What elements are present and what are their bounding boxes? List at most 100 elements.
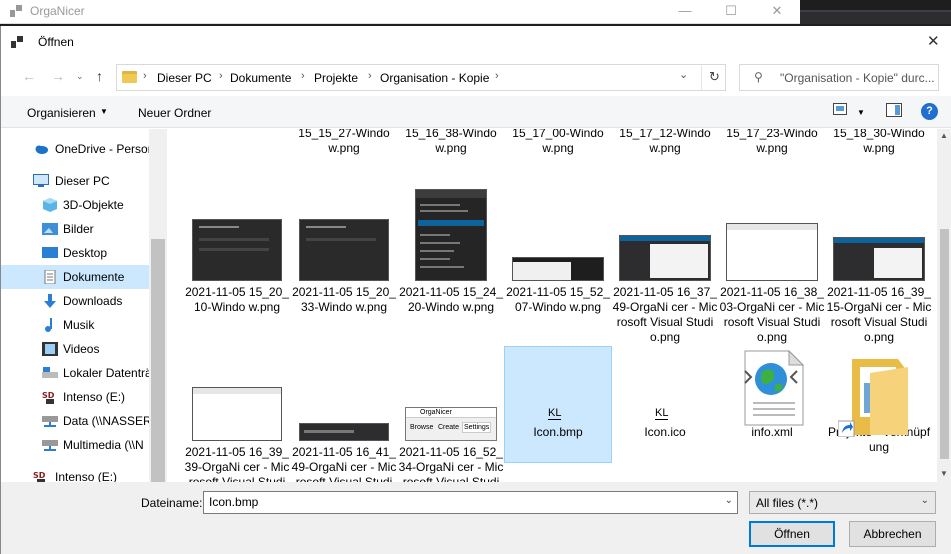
file-item[interactable]: OrgaNicer Browse Create Settings 2021-11… xyxy=(398,347,504,482)
sd-card-icon: SD xyxy=(33,470,48,482)
thumbnail-tab: Settings xyxy=(462,422,492,433)
nav-item-data-network[interactable]: Data (\\NASSER) xyxy=(1,409,149,433)
nav-item-onedrive[interactable]: OneDrive - Persor xyxy=(1,137,149,161)
sd-card-icon: SD xyxy=(42,390,57,404)
search-input[interactable]: ⚲ "Organisation - Kopie" durc... xyxy=(739,64,939,91)
chevron-right-icon[interactable]: › xyxy=(368,70,372,82)
file-item[interactable]: 15_16_38-Windo w.png xyxy=(398,129,504,156)
nav-item-this-pc[interactable]: Dieser PC xyxy=(1,169,149,193)
open-button[interactable]: Öffnen xyxy=(749,521,835,547)
chevron-down-icon[interactable]: ⌄ xyxy=(921,495,929,506)
file-item[interactable]: Projekte - Verknüpfung xyxy=(826,347,932,455)
image-thumbnail xyxy=(299,219,389,281)
file-item[interactable]: info.xml xyxy=(719,347,825,440)
organize-dropdown-icon[interactable]: ▼ xyxy=(100,107,108,116)
breadcrumb-item[interactable]: Dokumente xyxy=(230,71,291,85)
nav-item-desktop[interactable]: Desktop xyxy=(1,241,149,265)
nav-item-label: Data (\\NASSER) xyxy=(63,414,149,428)
nav-item-intenso[interactable]: SD Intenso (E:) xyxy=(1,385,149,409)
navigation-pane: OneDrive - Persor Dieser PC 3D-Objekte B… xyxy=(1,129,149,482)
nav-item-intenso-root[interactable]: SD Intenso (E:) xyxy=(1,465,149,482)
file-name: 2021-11-05 16_37_49-OrgaNi cer - Microso… xyxy=(612,285,718,344)
scrollbar-thumb[interactable] xyxy=(940,229,949,459)
cancel-button[interactable]: Abbrechen xyxy=(849,521,936,547)
file-item[interactable]: 15_18_30-Windo w.png xyxy=(826,129,932,156)
file-item-selected[interactable]: KL Icon.bmp xyxy=(504,346,612,463)
scroll-down-icon[interactable]: ▼ xyxy=(940,469,948,478)
nav-item-documents[interactable]: Dokumente xyxy=(1,265,149,289)
scroll-up-icon[interactable]: ▲ xyxy=(940,131,948,140)
dialog-close-button[interactable]: ✕ xyxy=(927,32,940,50)
file-item[interactable]: 15_15_27-Windo w.png xyxy=(291,129,397,156)
view-options-icon[interactable] xyxy=(833,103,847,118)
filename-input[interactable]: Icon.bmp ⌄ xyxy=(203,491,738,514)
file-name: 2021-11-05 16_38_03-OrgaNi cer - Microso… xyxy=(719,285,825,344)
file-item[interactable]: 2021-11-05 16_39_15-OrgaNi cer - Microso… xyxy=(826,189,932,345)
file-item[interactable]: 2021-11-05 15_20_33-Windo w.png xyxy=(291,189,397,315)
back-button[interactable]: ← xyxy=(22,68,36,84)
nav-item-multimedia-network[interactable]: Multimedia (\\N xyxy=(1,433,149,457)
drive-icon xyxy=(42,367,58,378)
filetype-select[interactable]: All files (*.*) ⌄ xyxy=(749,491,936,514)
minimize-button[interactable]: — xyxy=(662,0,708,24)
file-name: 2021-11-05 15_20_10-Windo w.png xyxy=(185,285,289,314)
file-item[interactable]: 2021-11-05 15_24_20-Windo w.png xyxy=(398,189,504,315)
filetype-value: All files (*.*) xyxy=(756,496,819,510)
file-item[interactable]: 15_17_23-Windo w.png xyxy=(719,129,825,156)
file-item[interactable]: 2021-11-05 16_38_03-OrgaNi cer - Microso… xyxy=(719,189,825,345)
file-name: 15_17_23-Windo w.png xyxy=(726,129,818,155)
kl-label: KL xyxy=(655,407,669,420)
chevron-right-icon[interactable]: › xyxy=(143,70,147,82)
forward-button[interactable]: → xyxy=(51,68,65,84)
file-item[interactable]: 15_17_00-Windo w.png xyxy=(505,129,611,156)
breadcrumb[interactable]: › Dieser PC › Dokumente › Projekte › Org… xyxy=(116,64,726,91)
navigation-scrollbar[interactable] xyxy=(149,129,167,482)
nav-item-videos[interactable]: Videos xyxy=(1,337,149,361)
xml-file-icon xyxy=(719,347,825,426)
close-button[interactable]: ✕ xyxy=(754,0,800,24)
organize-button[interactable]: Organisieren xyxy=(27,106,96,120)
chevron-down-icon[interactable]: ⌄ xyxy=(725,495,733,506)
file-item[interactable]: 2021-11-05 15_20_10-Windo w.png xyxy=(184,189,290,315)
chevron-right-icon[interactable]: › xyxy=(301,70,305,82)
new-folder-button[interactable]: Neuer Ordner xyxy=(138,106,211,120)
scrollbar-thumb[interactable] xyxy=(151,239,165,482)
search-icon: ⚲ xyxy=(754,70,763,84)
svg-text:SD: SD xyxy=(42,391,55,400)
file-item[interactable]: 2021-11-05 16_39_39-OrgaNi cer - Microso… xyxy=(184,347,290,482)
refresh-button[interactable]: ↻ xyxy=(701,66,727,90)
image-thumbnail xyxy=(299,423,389,441)
preview-pane-icon[interactable] xyxy=(886,103,902,120)
file-item[interactable]: 2021-11-05 16_37_49-OrgaNi cer - Microso… xyxy=(612,189,718,345)
file-name: 15_17_12-Windo w.png xyxy=(619,129,711,155)
nav-item-music[interactable]: Musik xyxy=(1,313,149,337)
nav-item-3d-objects[interactable]: 3D-Objekte xyxy=(1,193,149,217)
nav-item-label: Videos xyxy=(63,342,100,356)
nav-item-downloads[interactable]: Downloads xyxy=(1,289,149,313)
file-list-scrollbar[interactable]: ▲ ▼ xyxy=(937,129,951,482)
computer-icon xyxy=(33,174,49,187)
up-button[interactable]: ↑ xyxy=(96,68,103,84)
chevron-right-icon[interactable]: › xyxy=(495,70,499,82)
breadcrumb-item[interactable]: Organisation - Kopie xyxy=(380,71,489,85)
file-list: 15_15_27-Windo w.png 15_16_38-Windo w.pn… xyxy=(167,129,937,482)
chevron-right-icon[interactable]: › xyxy=(219,70,223,82)
file-item[interactable]: 2021-11-05 15_52_07-Windo w.png xyxy=(505,189,611,315)
address-dropdown-icon[interactable]: ⌄ xyxy=(679,68,688,81)
help-button[interactable]: ? xyxy=(921,103,938,120)
view-dropdown-icon[interactable]: ▼ xyxy=(857,108,865,117)
folder-icon xyxy=(122,71,137,83)
recent-locations-chevron-icon[interactable]: ⌄ xyxy=(76,71,84,82)
breadcrumb-item[interactable]: Dieser PC xyxy=(157,71,212,85)
breadcrumb-item[interactable]: Projekte xyxy=(314,71,358,85)
file-name: info.xml xyxy=(751,425,793,439)
file-item[interactable]: 15_17_12-Windo w.png xyxy=(612,129,718,156)
image-thumbnail xyxy=(619,235,711,281)
maximize-button[interactable]: ☐ xyxy=(708,0,754,24)
nav-item-pictures[interactable]: Bilder xyxy=(1,217,149,241)
image-thumbnail xyxy=(192,387,282,441)
background-editor-bar xyxy=(800,10,951,24)
file-item[interactable]: 2021-11-05 16_41_49-OrgaNi cer - Microso… xyxy=(291,347,397,482)
file-item[interactable]: KL Icon.ico xyxy=(612,347,718,440)
nav-item-local-disk[interactable]: Lokaler Datenträ xyxy=(1,361,149,385)
